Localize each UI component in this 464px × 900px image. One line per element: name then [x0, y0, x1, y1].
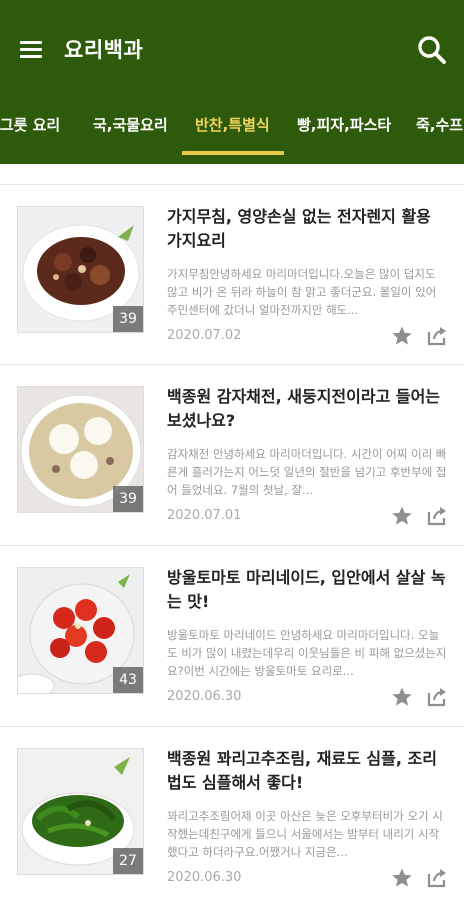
active-tab-indicator: [182, 151, 284, 155]
count-badge: 43: [113, 667, 143, 693]
count-badge: 39: [113, 306, 143, 332]
recipe-title[interactable]: 백종원 감자채전, 새둥지전이라고 들어는 보셨나요?: [167, 385, 447, 433]
list-item[interactable]: 27 백종원 꽈리고추조림, 재료도 심플, 조리법도 심플해서 좋다! 꽈리고…: [0, 727, 464, 900]
share-icon[interactable]: [425, 866, 449, 890]
recipe-title[interactable]: 방울토마토 마리네이드, 입안에서 살살 녹는 맛!: [167, 566, 447, 614]
recipe-date: 2020.06.30: [167, 689, 242, 704]
recipe-thumbnail: 43: [17, 567, 144, 694]
recipe-date: 2020.06.30: [167, 870, 242, 885]
list-item[interactable]: 43 방울토마토 마리네이드, 입안에서 살살 녹는 맛! 방울토마토 마리네이…: [0, 546, 464, 727]
share-icon[interactable]: [425, 324, 449, 348]
star-icon[interactable]: [390, 685, 414, 709]
recipe-thumbnail: 39: [17, 386, 144, 513]
tab-bread-pizza-pasta[interactable]: 빵,피자,파스타: [297, 114, 391, 135]
share-icon[interactable]: [425, 685, 449, 709]
star-icon[interactable]: [390, 504, 414, 528]
hamburger-menu-icon[interactable]: [18, 36, 48, 64]
count-badge: 39: [113, 486, 143, 512]
recipe-description: 가지무침안녕하세요 마리마더입니다.오늘은 많이 덥지도 않고 비가 온 뒤라 …: [167, 267, 437, 317]
tab-soup[interactable]: 국,국물요리: [93, 114, 168, 135]
tab-side-dish[interactable]: 반찬,특별식: [195, 114, 270, 135]
recipe-date: 2020.07.02: [167, 328, 242, 343]
tab-porridge-soup[interactable]: 죽,수프: [416, 114, 463, 135]
recipe-description: 감자채전 안녕하세요 마리마더입니다. 시간이 어찌 이리 빠른게 흘러가는지 …: [167, 447, 447, 497]
search-icon[interactable]: [414, 32, 450, 68]
recipe-thumbnail: 27: [17, 748, 144, 875]
recipe-thumbnail: 39: [17, 206, 144, 333]
recipe-description: 방울토마토 마리네이드 안녕하세요 마리마더입니다. 오늘도 비가 많이 내렸는…: [167, 628, 447, 678]
star-icon[interactable]: [390, 324, 414, 348]
recipe-title[interactable]: 백종원 꽈리고추조림, 재료도 심플, 조리법도 심플해서 좋다!: [167, 747, 447, 795]
category-tabs: 한그릇 요리 국,국물요리 반찬,특별식 빵,피자,파스타 죽,수프: [0, 100, 464, 164]
recipe-list: 39 가지무침, 영양손실 없는 전자렌지 활용 가지요리 가지무침안녕하세요 …: [0, 164, 464, 900]
share-icon[interactable]: [425, 504, 449, 528]
tab-one-bowl[interactable]: 한그릇 요리: [0, 114, 60, 135]
recipe-title[interactable]: 가지무침, 영양손실 없는 전자렌지 활용 가지요리: [167, 205, 447, 253]
app-title: 요리백과: [64, 38, 144, 62]
star-icon[interactable]: [390, 866, 414, 890]
count-badge: 27: [113, 848, 143, 874]
list-item[interactable]: 39 백종원 감자채전, 새둥지전이라고 들어는 보셨나요? 감자채전 안녕하세…: [0, 365, 464, 546]
list-item[interactable]: 39 가지무침, 영양손실 없는 전자렌지 활용 가지요리 가지무침안녕하세요 …: [0, 184, 464, 365]
recipe-date: 2020.07.01: [167, 508, 242, 523]
app-bar: 요리백과 한그릇 요리 국,국물요리 반찬,특별식 빵,피자,파스타 죽,수프: [0, 0, 464, 164]
recipe-description: 꽈리고추조림어제 이곳 아산은 늦은 오후부터비가 오기 시작했는데친구에게 들…: [167, 809, 443, 859]
